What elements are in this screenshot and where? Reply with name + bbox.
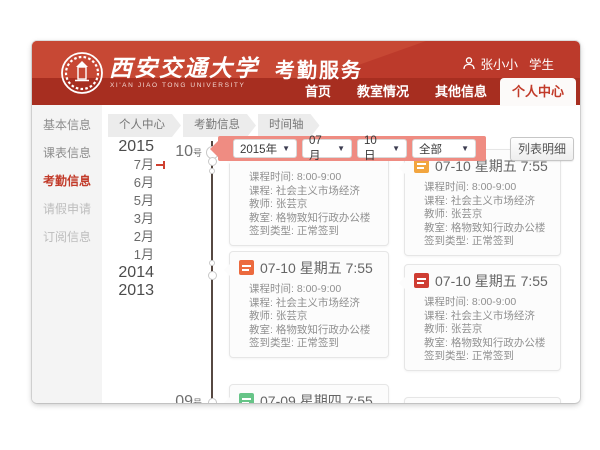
day-suffix: 号 bbox=[193, 398, 202, 403]
app-window: 西安交通大学 XI'AN JIAO TONG UNIVERSITY 考勤服务 张… bbox=[32, 41, 580, 403]
card-date-title: 07-10 星期五 7:55 bbox=[260, 258, 373, 278]
chevron-down-icon: ▼ bbox=[392, 144, 400, 153]
ribbon-arrow-icon bbox=[210, 141, 218, 157]
user-name: 张小小 bbox=[480, 54, 518, 73]
card-fields: 课程时间: 8:00-9:00课程: 社会主义市场经济教师: 张芸京教室: 格物… bbox=[405, 176, 560, 255]
status-badge-icon bbox=[414, 273, 429, 288]
nav-item-active[interactable]: 个人中心 bbox=[500, 78, 576, 106]
chevron-down-icon: ▼ bbox=[337, 144, 345, 153]
month-dropdown[interactable]: 07月 ▼ bbox=[302, 139, 352, 158]
card-date-title: 07-09 星期四 7:55 bbox=[260, 391, 373, 404]
attendance-card bbox=[404, 397, 561, 403]
card-field: 课程: 社会主义市场经济 bbox=[249, 185, 379, 199]
card-field: 课程: 社会主义市场经济 bbox=[424, 195, 551, 209]
chevron-down-icon: ▼ bbox=[461, 144, 469, 153]
card-field: 签到类型: 正常签到 bbox=[249, 337, 379, 351]
timeline-node bbox=[209, 168, 215, 174]
type-dropdown[interactable]: 全部 ▼ bbox=[412, 139, 476, 158]
timeline-node bbox=[208, 398, 217, 404]
card-field: 课程时间: 8:00-9:00 bbox=[424, 296, 551, 310]
nav-item[interactable]: 其他信息 bbox=[422, 78, 500, 105]
attendance-card: 07-10 星期五 7:55课程时间: 8:00-9:00课程: 社会主义市场经… bbox=[404, 149, 561, 256]
timeline-year-item[interactable]: 2月 bbox=[92, 228, 154, 246]
timeline-year-item[interactable]: 2013 bbox=[92, 282, 154, 300]
day-number: 09 bbox=[175, 393, 193, 403]
current-period-marker-icon bbox=[156, 164, 164, 166]
card-field: 课程: 社会主义市场经济 bbox=[249, 297, 379, 311]
card-fields: 课程时间: 8:00-9:00课程: 社会主义市场经济教师: 张芸京教室: 格物… bbox=[230, 278, 388, 357]
card-field: 教室: 格物致知行政办公楼 bbox=[424, 222, 551, 236]
month-dropdown-value: 07月 bbox=[309, 135, 332, 163]
breadcrumb-item[interactable]: 考勤信息 bbox=[183, 114, 256, 137]
timeline-node bbox=[209, 260, 215, 266]
card-notch-icon bbox=[399, 277, 405, 289]
nav-item[interactable]: 教室情况 bbox=[344, 78, 422, 105]
card-notch-icon bbox=[224, 397, 230, 403]
timeline-day-label: 10号 bbox=[166, 143, 202, 161]
timeline-node bbox=[208, 157, 217, 166]
timeline-year-list: 20157月6月5月3月2月1月20142013 bbox=[92, 138, 154, 300]
timeline-year-item[interactable]: 2014 bbox=[92, 264, 154, 282]
day-suffix: 号 bbox=[193, 148, 202, 158]
card-field: 签到类型: 正常签到 bbox=[424, 350, 551, 364]
main-nav: 首页教室情况其他信息个人中心 bbox=[292, 78, 580, 105]
app-header: 西安交通大学 XI'AN JIAO TONG UNIVERSITY 考勤服务 张… bbox=[32, 41, 580, 105]
card-field: 教室: 格物致知行政办公楼 bbox=[249, 324, 379, 338]
card-field: 教师: 张芸京 bbox=[249, 310, 379, 324]
day-dropdown-value: 10日 bbox=[364, 135, 387, 163]
card-header: 07-10 星期五 7:55 bbox=[230, 252, 388, 278]
card-field: 签到类型: 正常签到 bbox=[424, 235, 551, 249]
card-header: 07-09 星期四 7:55 bbox=[230, 385, 388, 403]
card-header bbox=[405, 398, 560, 403]
card-field: 教室: 格物致知行政办公楼 bbox=[249, 212, 379, 226]
card-field: 课程时间: 8:00-9:00 bbox=[249, 171, 379, 185]
card-field: 教室: 格物致知行政办公楼 bbox=[424, 337, 551, 351]
user-icon bbox=[463, 57, 475, 70]
card-fields: 课程时间: 8:00-9:00课程: 社会主义市场经济教师: 张芸京教室: 格物… bbox=[230, 166, 388, 245]
university-logo-icon bbox=[59, 50, 105, 96]
timeline-year-item[interactable]: 1月 bbox=[92, 246, 154, 264]
sidebar-item[interactable]: 基本信息 bbox=[32, 111, 102, 139]
breadcrumb-item[interactable]: 个人中心 bbox=[108, 114, 181, 137]
status-badge-icon bbox=[239, 260, 254, 275]
chevron-down-icon: ▼ bbox=[282, 144, 290, 153]
card-field: 课程时间: 8:00-9:00 bbox=[249, 283, 379, 297]
user-info[interactable]: 张小小 学生 bbox=[463, 54, 554, 73]
timeline-day-label: 09号 bbox=[166, 393, 202, 403]
filter-ribbon: 2015年 ▼ 07月 ▼ 10日 ▼ 全部 ▼ bbox=[218, 136, 486, 161]
user-role: 学生 bbox=[529, 54, 554, 73]
timeline-node bbox=[208, 271, 217, 280]
university-name-en: XI'AN JIAO TONG UNIVERSITY bbox=[110, 82, 245, 89]
card-field: 签到类型: 正常签到 bbox=[249, 225, 379, 239]
card-notch-icon bbox=[224, 264, 230, 276]
list-detail-button[interactable]: 列表明细 bbox=[510, 137, 574, 161]
card-date-title: 07-10 星期五 7:55 bbox=[435, 271, 548, 291]
timeline-year-item[interactable]: 6月 bbox=[92, 174, 154, 192]
breadcrumb: 个人中心考勤信息时间轴 bbox=[108, 114, 322, 137]
card-fields: 课程时间: 8:00-9:00课程: 社会主义市场经济教师: 张芸京教室: 格物… bbox=[405, 291, 560, 370]
card-field: 课程: 社会主义市场经济 bbox=[424, 310, 551, 324]
timeline-year-item[interactable]: 3月 bbox=[92, 210, 154, 228]
card-field: 教师: 张芸京 bbox=[424, 323, 551, 337]
type-dropdown-value: 全部 bbox=[419, 141, 442, 157]
university-name-cn: 西安交通大学 bbox=[109, 49, 259, 83]
day-dropdown[interactable]: 10日 ▼ bbox=[357, 139, 407, 158]
status-badge-icon bbox=[239, 393, 254, 403]
attendance-card: 07-09 星期四 7:55 bbox=[229, 384, 389, 403]
year-dropdown-value: 2015年 bbox=[240, 141, 277, 157]
card-notch-icon bbox=[399, 162, 405, 174]
attendance-card: 07-10 星期五 7:55课程时间: 8:00-9:00课程: 社会主义市场经… bbox=[404, 264, 561, 371]
timeline-year-item[interactable]: 7月 bbox=[92, 156, 154, 174]
card-field: 教师: 张芸京 bbox=[424, 208, 551, 222]
timeline-year-item[interactable]: 2015 bbox=[92, 138, 154, 156]
card-field: 教师: 张芸京 bbox=[249, 198, 379, 212]
attendance-card: 07-10 星期五 7:55课程时间: 8:00-9:00课程: 社会主义市场经… bbox=[229, 251, 389, 358]
year-dropdown[interactable]: 2015年 ▼ bbox=[233, 139, 297, 158]
nav-item[interactable]: 首页 bbox=[292, 78, 344, 105]
card-field: 课程时间: 8:00-9:00 bbox=[424, 181, 551, 195]
timeline-year-item[interactable]: 5月 bbox=[92, 192, 154, 210]
day-number: 10 bbox=[175, 143, 193, 160]
card-header: 07-10 星期五 7:55 bbox=[405, 265, 560, 291]
